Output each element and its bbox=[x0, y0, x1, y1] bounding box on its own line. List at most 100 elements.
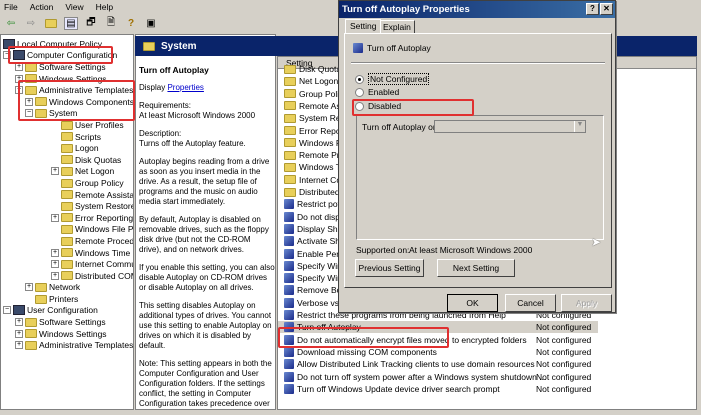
policy-icon bbox=[284, 236, 294, 247]
expand-toggle-icon[interactable]: + bbox=[15, 318, 23, 326]
tree-item[interactable]: + Network bbox=[25, 281, 80, 293]
list-item-name: Download missing COM components bbox=[297, 346, 437, 357]
export-icon[interactable]: 🗎 bbox=[104, 17, 118, 30]
expand-toggle-icon[interactable]: + bbox=[51, 167, 59, 176]
properties-link[interactable]: Properties bbox=[167, 83, 203, 92]
autoplay-on-label: Turn off Autoplay on: bbox=[362, 122, 440, 132]
expand-toggle-icon[interactable]: + bbox=[51, 213, 59, 222]
radio-not-configured[interactable]: Not Configured bbox=[355, 73, 430, 85]
next-setting-button[interactable]: Next Setting bbox=[437, 259, 515, 277]
description-pane: Turn off Autoplay Display Properties Req… bbox=[135, 34, 276, 410]
tree-item-label: Logon bbox=[75, 143, 99, 154]
menu-bar: File Action View Help bbox=[0, 0, 113, 14]
list-item-name: Allow Distributed Link Tracking clients … bbox=[297, 359, 535, 370]
list-item-policy[interactable]: Turn off Windows Update device driver se… bbox=[278, 383, 598, 395]
folder-icon bbox=[143, 41, 155, 51]
tree-item[interactable]: Windows File Prote bbox=[61, 223, 133, 235]
help-icon[interactable]: ? bbox=[124, 17, 138, 30]
tree-item-user-configuration[interactable]: − User Configuration bbox=[3, 304, 98, 316]
tree-item[interactable]: + Net Logon bbox=[51, 165, 114, 177]
tree-item[interactable]: + Software Settings bbox=[15, 316, 106, 328]
expand-toggle-icon[interactable]: + bbox=[51, 248, 59, 257]
tree-item[interactable]: + Error Reporting bbox=[51, 212, 133, 224]
autoplay-on-select[interactable]: ▼ bbox=[434, 120, 586, 133]
tree-item-label: Internet Communic bbox=[75, 259, 133, 270]
list-item-state: Not configured bbox=[536, 346, 592, 357]
tree-item[interactable]: System Restore bbox=[61, 200, 133, 212]
tree-item[interactable]: Remote Procedure bbox=[61, 235, 134, 247]
folder-icon bbox=[61, 201, 73, 211]
close-button[interactable]: ✕ bbox=[600, 3, 613, 15]
menu-file[interactable]: File bbox=[4, 2, 18, 12]
dialog-title-bar[interactable]: Turn off Autoplay Properties ? ✕ bbox=[339, 1, 615, 18]
tab-explain[interactable]: Explain bbox=[379, 20, 415, 33]
folder-icon bbox=[284, 150, 296, 160]
folder-icon bbox=[35, 282, 47, 292]
expand-toggle-icon[interactable]: + bbox=[15, 63, 23, 71]
description-paragraph: Description: Turns off the Autoplay feat… bbox=[139, 129, 246, 148]
tree-item[interactable]: Remote Assistance bbox=[61, 189, 133, 201]
properties-icon[interactable]: 🗗 bbox=[84, 17, 98, 30]
tree-item[interactable]: + Distributed COM bbox=[51, 270, 134, 282]
tree-item-label: Windows Time Serv bbox=[75, 247, 133, 258]
menu-view[interactable]: View bbox=[65, 2, 83, 12]
description-paragraph: This setting disables Autoplay on additi… bbox=[139, 301, 272, 350]
properties-dialog: Turn off Autoplay Properties ? ✕ Setting… bbox=[338, 0, 616, 313]
view-icon[interactable]: ▣ bbox=[144, 17, 158, 30]
list-item-state: Not configured bbox=[536, 359, 592, 370]
menu-action[interactable]: Action bbox=[30, 2, 54, 12]
folder-icon bbox=[284, 101, 296, 111]
tree-item-label: Software Settings bbox=[39, 317, 106, 327]
description-paragraph: If you enable this setting, you can also… bbox=[139, 263, 275, 292]
previous-setting-button[interactable]: Previous Setting bbox=[355, 259, 424, 277]
tree-item-label: Administrative Templates bbox=[39, 340, 134, 351]
folder-icon bbox=[61, 132, 73, 142]
help-button[interactable]: ? bbox=[586, 3, 599, 15]
tree-item-label: Error Reporting bbox=[75, 212, 134, 223]
back-icon[interactable]: ⇦ bbox=[4, 17, 18, 30]
policy-icon bbox=[284, 199, 294, 210]
radio-enabled[interactable]: Enabled bbox=[355, 87, 399, 97]
display-label: Display bbox=[139, 83, 168, 92]
list-item-policy[interactable]: Allow Distributed Link Tracking clients … bbox=[278, 358, 598, 370]
tree-item[interactable]: Disk Quotas bbox=[61, 154, 121, 166]
expand-toggle-icon[interactable]: + bbox=[51, 260, 59, 269]
tree-item-label: Distributed COM bbox=[75, 270, 134, 281]
tree-item[interactable]: + Windows Time Serv bbox=[51, 247, 133, 259]
expand-toggle-icon[interactable]: + bbox=[15, 329, 23, 338]
policy-name: Turn off Autoplay bbox=[367, 43, 431, 53]
chevron-down-icon: ▼ bbox=[574, 121, 585, 132]
tree-item[interactable]: + Administrative Templates bbox=[15, 339, 133, 351]
folder-icon bbox=[35, 294, 47, 304]
folder-icon bbox=[284, 126, 296, 135]
tree-item[interactable]: + Internet Communic bbox=[51, 258, 133, 270]
expand-toggle-icon[interactable]: − bbox=[3, 306, 11, 314]
forward-icon[interactable]: ⇨ bbox=[24, 17, 38, 30]
ok-button[interactable]: OK bbox=[447, 294, 498, 312]
tab-setting[interactable]: Setting bbox=[345, 19, 382, 33]
separator bbox=[351, 62, 605, 64]
cancel-button[interactable]: Cancel bbox=[505, 294, 556, 312]
tree-item[interactable]: Group Policy bbox=[61, 177, 124, 189]
folder-icon bbox=[284, 162, 296, 172]
menu-help[interactable]: Help bbox=[96, 2, 113, 12]
description-paragraph: Requirements: At least Microsoft Windows… bbox=[139, 101, 256, 120]
tree-item[interactable]: Logon bbox=[61, 142, 99, 154]
tree-item[interactable]: Scripts bbox=[61, 131, 101, 143]
list-item-policy[interactable]: Do not turn off system power after a Win… bbox=[278, 371, 598, 383]
expand-toggle-icon[interactable]: + bbox=[25, 283, 33, 292]
expand-toggle-icon[interactable]: + bbox=[51, 271, 59, 280]
folder-icon bbox=[61, 155, 73, 165]
tree-item-label: Remote Procedure bbox=[75, 236, 134, 246]
up-folder-icon[interactable] bbox=[44, 17, 58, 30]
tree-item[interactable]: + Windows Settings bbox=[15, 328, 107, 340]
expand-toggle-icon[interactable]: + bbox=[15, 341, 23, 350]
policy-icon bbox=[284, 248, 294, 259]
highlight-box bbox=[352, 99, 474, 116]
list-item-name: Turn off Windows Update device driver se… bbox=[297, 383, 500, 394]
list-item-state: Not configured bbox=[536, 322, 592, 333]
show-tree-icon[interactable]: ▤ bbox=[64, 16, 78, 30]
policy-icon bbox=[284, 223, 294, 234]
apply-button[interactable]: Apply bbox=[561, 294, 612, 312]
dialog-title: Turn off Autoplay Properties bbox=[342, 4, 470, 15]
